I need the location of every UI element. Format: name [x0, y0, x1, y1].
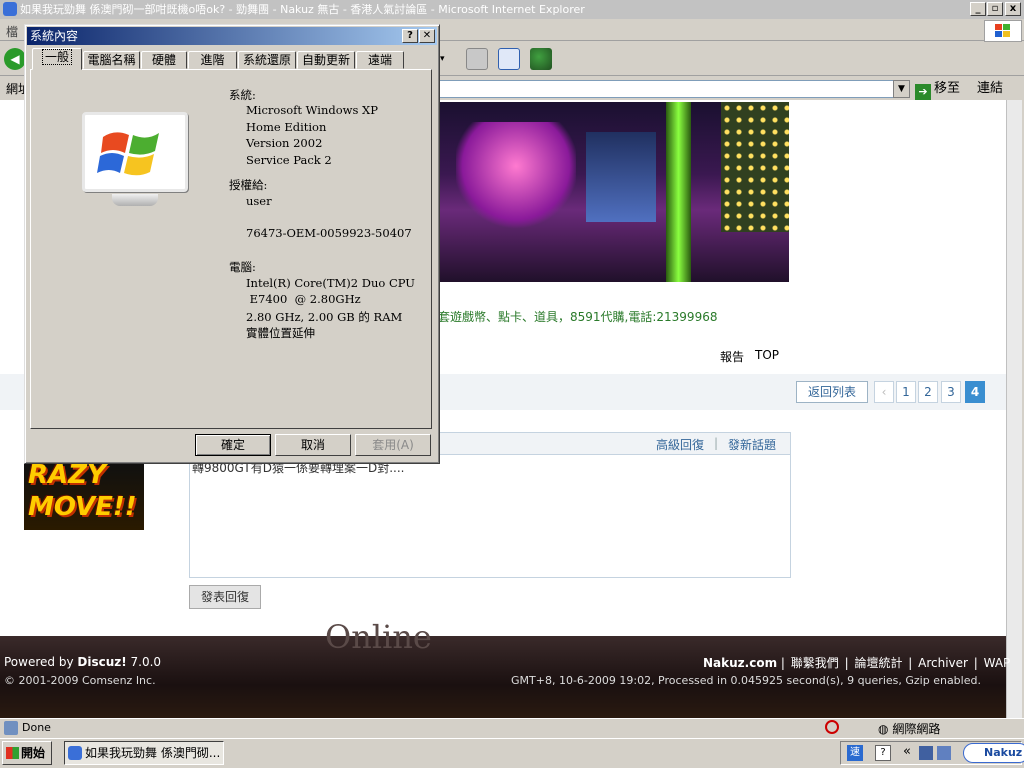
dropdown-arrow-icon[interactable]: ▾ [440, 48, 462, 70]
address-dropdown-button[interactable]: ▼ [893, 80, 910, 98]
copyright-text: © 2001-2009 Comsenz Inc. [4, 674, 156, 687]
page-link-2[interactable]: 2 [918, 381, 938, 403]
pae-label: 實體位置延伸 [246, 326, 315, 340]
dialog-close-button[interactable]: ✕ [419, 29, 435, 43]
product-id: 76473-OEM-0059923-50407 [246, 226, 412, 240]
browser-close-button[interactable]: x [1005, 2, 1021, 16]
prev-page-icon[interactable]: ‹ [874, 381, 894, 403]
tab-computer-name[interactable]: 電腦名稱 [83, 51, 140, 69]
windows-xp-logo-icon [82, 112, 188, 210]
go-label: 移至 [934, 81, 961, 96]
cancel-button[interactable]: 取消 [275, 434, 351, 456]
browser-title: 如果我玩勁舞 係澳門砌一部咁既機o唔ok? - 勁舞團 - Nakuz 無古 -… [20, 3, 585, 16]
go-button[interactable]: ➔ 移至 [915, 79, 973, 100]
os-version: Version 2002 [246, 136, 323, 150]
globe-icon: ◍ [878, 722, 889, 736]
new-topic-link[interactable]: 發新話題 [728, 436, 776, 453]
tab-remote[interactable]: 遠端 [356, 51, 404, 69]
report-link[interactable]: 報告 [720, 348, 744, 365]
taskbar-item-ie[interactable]: 如果我玩勁舞 係澳門砌... [64, 741, 224, 765]
crazy-move-logo: RAZY MOVE!! [24, 462, 144, 530]
taskbar-item-label: 如果我玩勁舞 係澳門砌... [85, 746, 221, 760]
footer-link-archiver[interactable]: Archiver [918, 656, 968, 670]
cpu-name: Intel(R) Core(TM)2 Duo CPU [246, 276, 415, 290]
tab-general-label: 一般 [41, 49, 72, 65]
volume-tray-icon[interactable] [937, 746, 951, 760]
registered-user: user [246, 194, 272, 208]
browser-title-bar: 如果我玩勁舞 係澳門砌一部咁既機o唔ok? - 勁舞團 - Nakuz 無古 -… [0, 0, 1024, 19]
page-link-1[interactable]: 1 [896, 381, 916, 403]
footer-link-home[interactable]: Nakuz.com [703, 656, 777, 670]
reply-separator: | [714, 436, 719, 450]
top-link[interactable]: TOP [755, 348, 779, 362]
tab-system-restore[interactable]: 系統還原 [238, 51, 296, 69]
os-edition: Home Edition [246, 120, 327, 134]
tab-general[interactable]: 一般 [32, 48, 82, 70]
system-label: 系統: [229, 88, 256, 102]
footer-links: Nakuz.com | 聯繫我們 | 論壇統計 | Archiver | WAP [703, 656, 1011, 670]
tab-advanced[interactable]: 進階 [188, 51, 237, 69]
minimize-button[interactable]: _ [970, 2, 986, 16]
network-tray-icon[interactable] [919, 746, 933, 760]
cpu-model: E7400 @ 2.80GHz [246, 292, 361, 306]
post-reply-button[interactable]: 發表回復 [189, 585, 261, 609]
status-bar [0, 718, 1024, 738]
nakuz-tray-badge[interactable]: Nakuz [963, 743, 1024, 763]
os-service-pack: Service Pack 2 [246, 153, 332, 167]
ime-icon[interactable]: 速 [847, 745, 863, 761]
discuz-link[interactable]: Discuz! [77, 655, 126, 669]
tab-automatic-updates[interactable]: 自動更新 [297, 51, 355, 69]
ok-button[interactable]: 確定 [195, 434, 271, 456]
logo-text-bottom: MOVE!! [28, 492, 137, 522]
messenger-icon[interactable] [530, 48, 552, 70]
apply-button: 套用(A) [355, 434, 431, 456]
dialog-title: 系統內容 [27, 27, 437, 45]
footer-link-contact[interactable]: 聯繫我們 [791, 656, 839, 670]
game-banner-image [436, 102, 789, 282]
cpu-speed-ram: 2.80 GHz, 2.00 GB 的 RAM [246, 310, 403, 324]
powered-by-version: 7.0.0 [126, 655, 162, 669]
footer-link-stats[interactable]: 論壇統計 [854, 656, 902, 670]
page-status-icon [4, 721, 18, 735]
tab-hardware[interactable]: 硬體 [141, 51, 187, 69]
help-button[interactable]: ? [402, 29, 418, 43]
go-arrow-icon: ➔ [915, 84, 931, 100]
computer-label: 電腦: [229, 260, 256, 274]
windows-flag-icon [6, 747, 19, 759]
vertical-scrollbar[interactable] [1006, 100, 1022, 718]
maximize-button[interactable]: ▫ [987, 2, 1003, 16]
menu-item-file[interactable]: 檔 [6, 23, 18, 40]
advanced-reply-link[interactable]: 高級回復 [656, 436, 704, 453]
tray-expand-icon[interactable]: « [903, 744, 911, 759]
footer-link-wap[interactable]: WAP [984, 656, 1011, 670]
back-to-list-button[interactable]: 返回列表 [796, 381, 868, 403]
links-button[interactable]: 連結 [977, 79, 1017, 99]
footer-stats: GMT+8, 10-6-2009 19:02, Processed in 0.0… [511, 674, 981, 687]
ie-icon [3, 2, 17, 16]
edit-icon[interactable] [498, 48, 520, 70]
start-label: 開始 [21, 746, 46, 760]
zone-label: ◍ 網際網路 [878, 720, 940, 737]
logo-text-top: RAZY [28, 462, 106, 490]
zone-text: 網際網路 [892, 722, 941, 736]
status-text: Done [22, 721, 51, 734]
help-tray-icon[interactable]: ? [875, 745, 891, 761]
page-link-3[interactable]: 3 [941, 381, 961, 403]
ie-task-icon [68, 746, 82, 760]
system-tray: 速 ? « Nakuz [840, 741, 1024, 765]
start-button[interactable]: 開始 [2, 741, 52, 765]
powered-by: Powered by Discuz! 7.0.0 [4, 655, 161, 669]
print-icon[interactable] [466, 48, 488, 70]
os-name: Microsoft Windows XP [246, 103, 378, 117]
page-link-current: 4 [965, 381, 985, 403]
privacy-icon[interactable] [825, 720, 839, 734]
powered-by-prefix: Powered by [4, 655, 78, 669]
windows-logo-icon [984, 20, 1022, 42]
back-icon[interactable]: ◀ [4, 48, 26, 70]
footer-watermark: Online [325, 618, 432, 656]
promo-link[interactable]: 套遊戲幣、點卡、道具，8591代購,電話:21399968 [438, 308, 717, 325]
registered-label: 授權給: [229, 178, 268, 192]
